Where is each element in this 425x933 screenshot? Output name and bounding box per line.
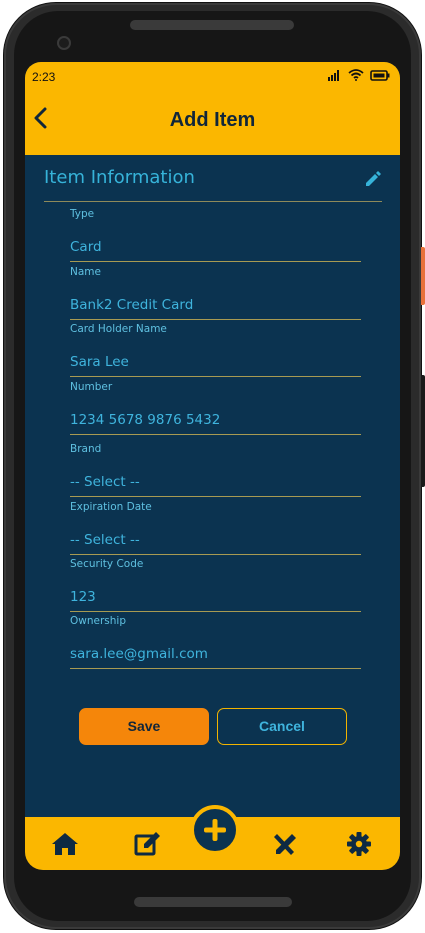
field-label-ownership: Ownership [70, 615, 126, 627]
top-speaker [130, 20, 294, 30]
type-input[interactable]: Card [70, 236, 361, 262]
nav-settings[interactable] [344, 829, 374, 859]
field-ownership: Ownership sara.lee@gmail.com [70, 613, 361, 669]
field-name: Name Bank2 Credit Card [70, 264, 361, 320]
brand-select[interactable]: -- Select -- [70, 471, 361, 497]
field-security-code: Security Code 123 [70, 556, 361, 612]
ownership-input[interactable]: sara.lee@gmail.com [70, 643, 361, 669]
front-camera [57, 36, 71, 50]
field-label-number: Number [70, 381, 113, 393]
tools-icon [274, 834, 296, 855]
field-label-brand: Brand [70, 443, 102, 455]
field-label-card-holder: Card Holder Name [70, 323, 167, 335]
wifi-icon [348, 69, 364, 81]
field-type: Type Card [70, 206, 361, 262]
battery-icon [370, 69, 390, 81]
field-label-name: Name [70, 266, 101, 278]
app-screen: 2:23 Add Item Item Information Type Card… [25, 62, 400, 870]
number-input[interactable]: 1234 5678 9876 5432 [70, 409, 361, 435]
volume-button [421, 375, 425, 487]
status-time: 2:23 [32, 70, 56, 84]
signal-icon [328, 70, 339, 81]
field-number: Number 1234 5678 9876 5432 [70, 379, 361, 435]
field-label-type: Type [70, 208, 95, 220]
status-icons [328, 69, 390, 81]
security-code-input[interactable]: 123 [70, 586, 361, 612]
edit-section-button[interactable] [364, 170, 384, 190]
name-input[interactable]: Bank2 Credit Card [70, 294, 361, 320]
field-brand: Brand -- Select -- [70, 441, 361, 497]
field-label-expiration: Expiration Date [70, 501, 152, 513]
nav-edit[interactable] [133, 829, 163, 859]
field-expiration: Expiration Date -- Select -- [70, 499, 361, 555]
power-button [421, 247, 425, 305]
nav-home[interactable] [50, 829, 80, 859]
plus-icon [204, 819, 226, 841]
card-holder-input[interactable]: Sara Lee [70, 351, 361, 377]
nav-tools[interactable] [270, 829, 300, 859]
save-button[interactable]: Save [79, 708, 209, 745]
pencil-icon [366, 171, 381, 186]
page-title: Add Item [169, 109, 256, 131]
section-title: Item Information [44, 167, 195, 188]
field-label-security-code: Security Code [70, 558, 144, 570]
add-item-button[interactable] [190, 805, 240, 855]
gear-icon [347, 832, 371, 856]
home-icon [52, 833, 78, 855]
expiration-select[interactable]: -- Select -- [70, 529, 361, 555]
cancel-button[interactable]: Cancel [217, 708, 347, 745]
bottom-speaker [134, 897, 292, 907]
app-header: 2:23 Add Item [25, 62, 400, 155]
edit-icon [134, 832, 160, 856]
section-divider [44, 201, 382, 202]
field-card-holder: Card Holder Name Sara Lee [70, 321, 361, 377]
